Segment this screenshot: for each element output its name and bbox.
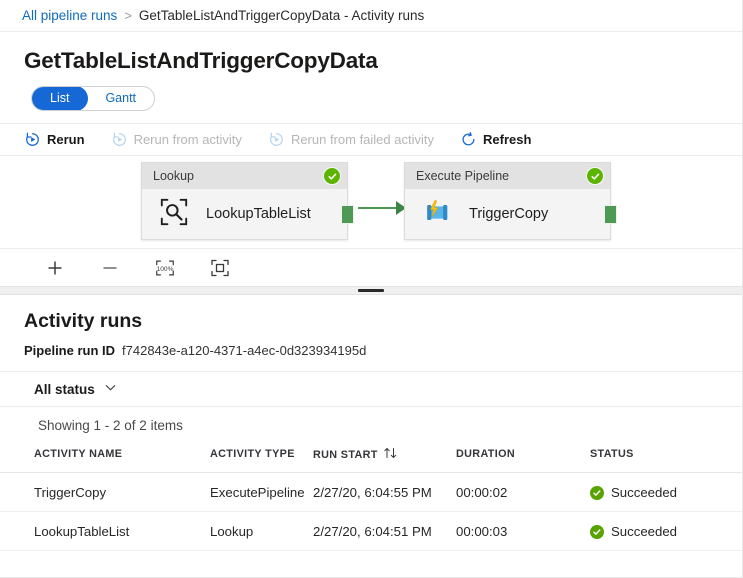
breadcrumb-current: GetTableListAndTriggerCopyData - Activit… [139,8,424,23]
refresh-icon [460,131,477,148]
canvas-node-lookup-header: Lookup [142,163,347,189]
all-status-filter-label: All status [34,382,95,397]
chevron-down-icon [104,381,117,397]
canvas-node-execute-pipeline-header: Execute Pipeline [405,163,610,189]
status-succeeded-icon [590,525,604,539]
splitter-grip [358,289,384,292]
rerun-from-failed-activity-label: Rerun from failed activity [291,132,434,147]
column-header-status[interactable]: STATUS [590,447,742,473]
status-label: Succeeded [611,524,677,539]
rerun-from-activity-button[interactable]: Rerun from activity [111,131,254,148]
breadcrumb-all-pipeline-runs-link[interactable]: All pipeline runs [22,8,117,23]
fit-to-screen-icon[interactable] [209,257,231,279]
panel-splitter[interactable] [0,286,742,295]
pipeline-run-id-label: Pipeline run ID [24,343,115,358]
status-label: Succeeded [611,485,677,500]
lookup-magnifier-icon [159,197,189,232]
canvas-node-execute-pipeline-status-icon [587,168,603,184]
view-toggle-row: List Gantt [0,86,742,123]
execute-pipeline-icon [422,197,452,232]
rerun-label: Rerun [47,132,85,147]
column-header-run-start-label: RUN START [313,449,378,461]
cell-activity-type: Lookup [210,512,313,551]
column-header-activity-type[interactable]: ACTIVITY TYPE [210,447,313,473]
refresh-label: Refresh [483,132,531,147]
rerun-from-failed-activity-icon [268,131,285,148]
canvas-node-lookup-type: Lookup [153,169,194,183]
cell-status: Succeeded [590,473,742,512]
table-row[interactable]: LookupTableList Lookup 2/27/20, 6:04:51 … [0,512,742,551]
status-filter-row: All status [0,371,742,407]
breadcrumb: All pipeline runs > GetTableListAndTrigg… [0,0,742,32]
cell-duration: 00:00:02 [456,473,590,512]
svg-text:100%: 100% [157,265,174,272]
activity-runs-table: ACTIVITY NAME ACTIVITY TYPE RUN START DU… [0,447,742,551]
canvas-node-execute-pipeline[interactable]: Execute Pipeline TriggerCopy [404,162,611,240]
canvas-node-execute-pipeline-name: TriggerCopy [469,206,548,222]
canvas-node-execute-pipeline-type: Execute Pipeline [416,169,509,183]
zoom-out-icon[interactable] [99,257,121,279]
cell-activity-name: LookupTableList [0,512,210,551]
rerun-from-activity-icon [111,131,128,148]
rerun-button[interactable]: Rerun [24,131,97,148]
pipeline-run-id-row: Pipeline run ID f742843e-a120-4371-a4ec-… [0,343,742,371]
canvas-node-execute-pipeline-body: TriggerCopy [405,189,610,239]
refresh-button[interactable]: Refresh [460,131,543,148]
pipeline-canvas[interactable]: Lookup [0,156,742,248]
activity-runs-page: All pipeline runs > GetTableListAndTrigg… [0,0,743,578]
rerun-icon [24,131,41,148]
canvas-node-lookup-name: LookupTableList [206,206,311,222]
canvas-node-lookup-status-icon [324,168,340,184]
column-header-duration[interactable]: DURATION [456,447,590,473]
all-status-filter[interactable]: All status [34,381,117,397]
toggle-option-list[interactable]: List [31,86,88,111]
canvas-node-lookup-output-port[interactable] [341,205,354,224]
sort-arrows-icon[interactable] [383,447,399,459]
activity-runs-title: Activity runs [0,295,742,343]
status-succeeded-icon [590,486,604,500]
table-header-row: ACTIVITY NAME ACTIVITY TYPE RUN START DU… [0,447,742,473]
column-header-activity-name[interactable]: ACTIVITY NAME [0,447,210,473]
cell-run-start: 2/27/20, 6:04:55 PM [313,473,456,512]
canvas-node-execute-pipeline-output-port[interactable] [604,205,617,224]
breadcrumb-separator: > [124,8,132,23]
canvas-edge-lookup-to-execute [358,207,400,209]
canvas-tools: 100% [0,248,742,286]
showing-count: Showing 1 - 2 of 2 items [0,407,742,433]
cell-status: Succeeded [590,512,742,551]
cell-run-start: 2/27/20, 6:04:51 PM [313,512,456,551]
zoom-to-100-icon[interactable]: 100% [154,257,176,279]
view-toggle[interactable]: List Gantt [31,86,155,111]
canvas-node-lookup[interactable]: Lookup [141,162,348,240]
canvas-node-lookup-body: LookupTableList [142,189,347,239]
toggle-option-gantt[interactable]: Gantt [87,87,154,110]
cell-activity-type: ExecutePipeline [210,473,313,512]
rerun-from-activity-label: Rerun from activity [134,132,242,147]
cell-duration: 00:00:03 [456,512,590,551]
page-title: GetTableListAndTriggerCopyData [0,32,742,86]
table-row[interactable]: TriggerCopy ExecutePipeline 2/27/20, 6:0… [0,473,742,512]
zoom-in-icon[interactable] [44,257,66,279]
column-header-run-start[interactable]: RUN START [313,447,456,473]
cell-activity-name: TriggerCopy [0,473,210,512]
command-bar: Rerun Rerun from activity Rerun from [0,123,742,156]
rerun-from-failed-activity-button[interactable]: Rerun from failed activity [268,131,446,148]
pipeline-run-id-value: f742843e-a120-4371-a4ec-0d323934195d [122,343,366,358]
